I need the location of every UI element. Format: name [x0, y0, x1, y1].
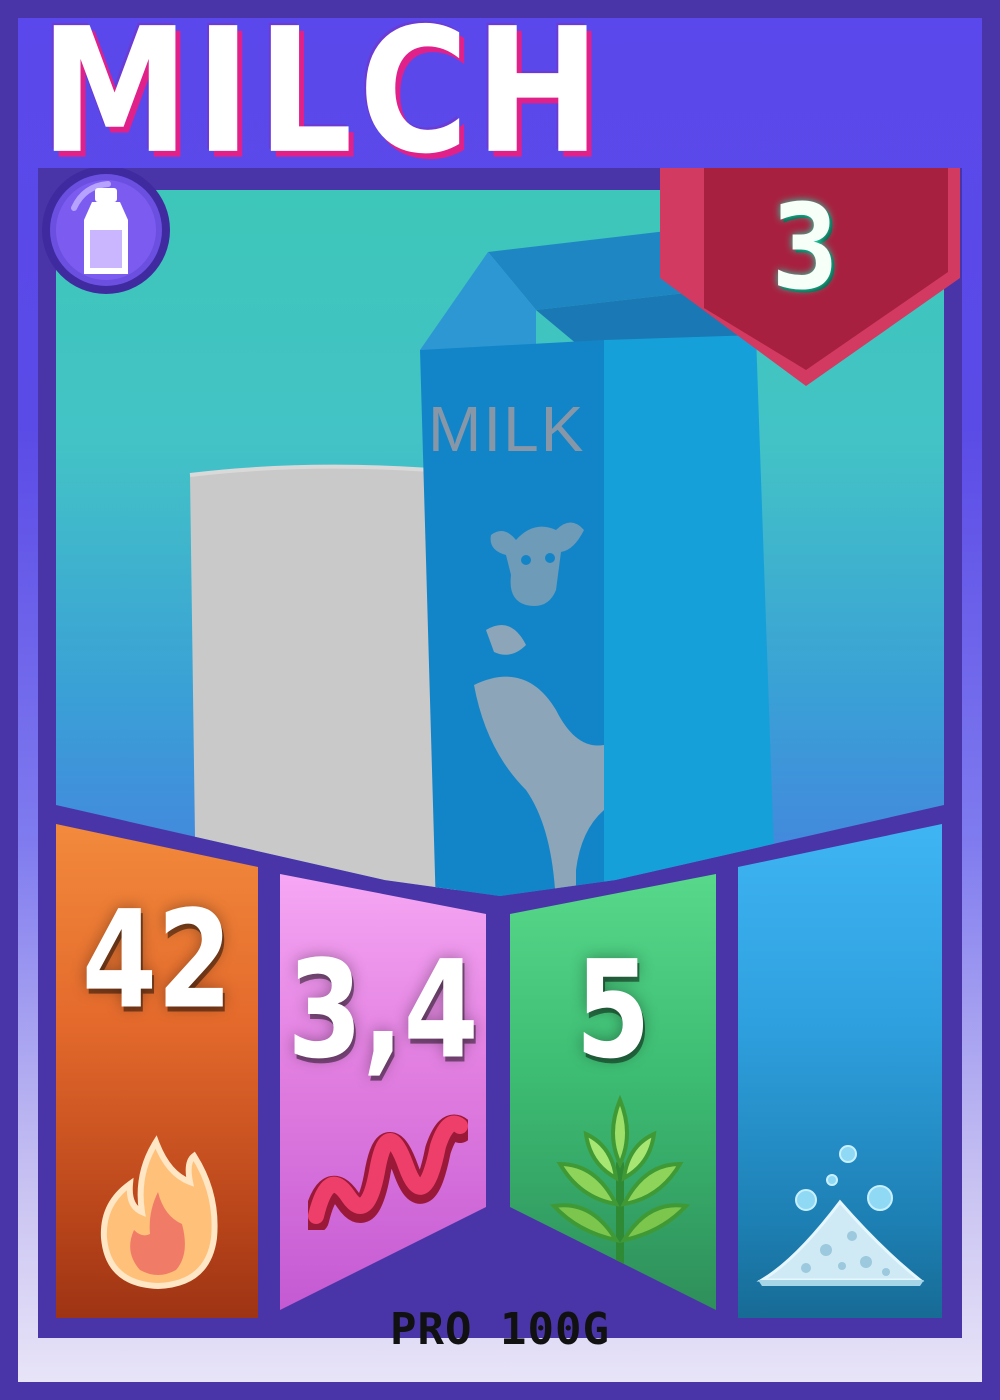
glass-shape: [190, 466, 456, 896]
stat-energy: 42: [56, 824, 258, 1318]
ribbon-icon: [308, 1114, 468, 1230]
stat-carbohydrates-value: 5: [575, 932, 651, 1089]
stat-fat-value: 3,4: [287, 932, 479, 1089]
card-title: MILCH: [40, 0, 607, 193]
flame-icon: [100, 1135, 218, 1290]
stat-energy-value: 42: [81, 882, 233, 1039]
carton-label: MILK: [428, 393, 586, 465]
serving-size-label: PRO 100G: [390, 1304, 610, 1355]
salt-pile-icon: [756, 1145, 925, 1286]
food-card: MILCH MILK 3 42 3,4 5 PRO 100G: [0, 0, 1000, 1400]
stat-salt: [738, 824, 942, 1318]
cost-value: 3: [771, 179, 839, 317]
carton-side: [604, 335, 776, 896]
